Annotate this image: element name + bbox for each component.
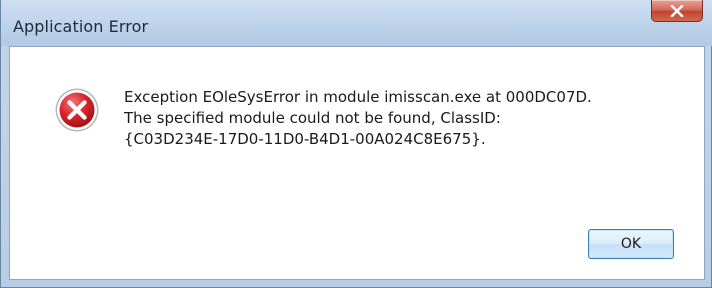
- error-icon: [55, 88, 99, 132]
- message-line: The specified module could not be found,…: [124, 109, 501, 127]
- title-bar[interactable]: Application Error: [1, 0, 712, 46]
- ok-button[interactable]: OK: [588, 229, 674, 259]
- close-button[interactable]: [651, 0, 703, 22]
- message-line: Exception EOleSysError in module imissca…: [124, 88, 592, 106]
- dialog-content: Exception EOleSysError in module imissca…: [9, 46, 705, 280]
- close-icon: [670, 4, 684, 17]
- message-line: {C03D234E-17D0-11D0-B4D1-00A024C8E675}.: [124, 130, 486, 148]
- window-title: Application Error: [13, 17, 149, 36]
- error-message: Exception EOleSysError in module imissca…: [124, 87, 684, 150]
- error-dialog-window: Application Error Exception EOleSysError…: [0, 0, 712, 288]
